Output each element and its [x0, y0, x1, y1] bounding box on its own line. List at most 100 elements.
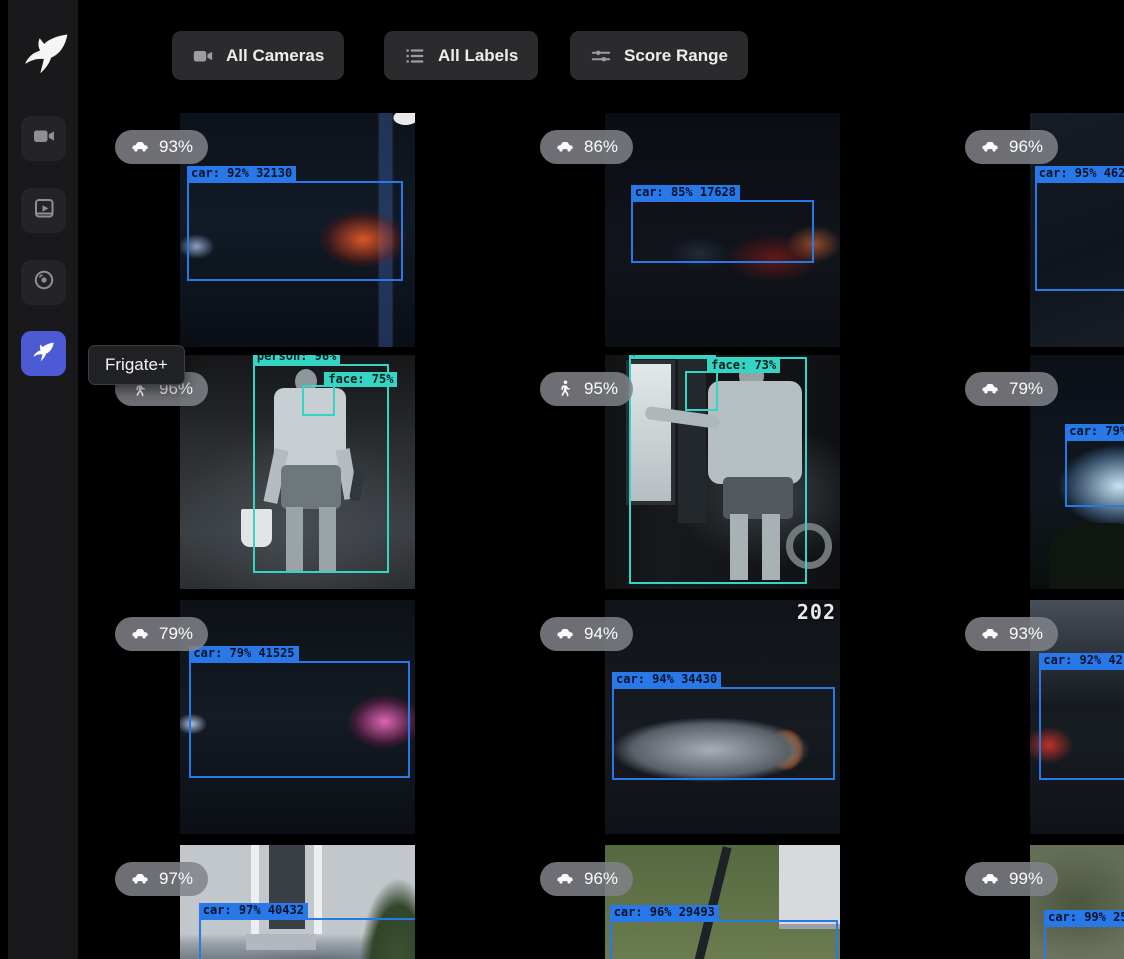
sidebar-item-frigate-plus[interactable]	[21, 331, 66, 376]
bounding-box: car: 79% 41525	[189, 661, 410, 778]
box-label: car: 97% 40432	[199, 903, 308, 918]
filter-bar: All Cameras All Labels Score Range	[80, 0, 1124, 96]
box-label: person: 94%	[629, 355, 716, 357]
timestamp-overlay: 202	[797, 600, 836, 624]
score-badge: 79%	[115, 617, 208, 651]
face-bounding-box: face: 73%	[685, 371, 718, 411]
box-label: car: 95% 46260	[1035, 166, 1124, 181]
list-icon	[404, 45, 426, 67]
box-label: car: 79% 41525	[189, 646, 298, 661]
sidebar-item-review[interactable]	[21, 188, 66, 233]
score-range-button[interactable]: Score Range	[570, 31, 748, 80]
bounding-box: car: 92% 32130	[187, 181, 403, 282]
box-label: car: 92% 4216	[1039, 653, 1124, 668]
detection-tile: 95% person: 94% face: 73%	[525, 355, 950, 598]
bounding-box: car: 79%	[1065, 439, 1124, 507]
frigate-plus-icon	[32, 339, 56, 368]
recordings-icon	[32, 268, 56, 297]
car-icon	[130, 137, 150, 157]
sidebar	[8, 0, 78, 959]
snapshot-image[interactable]: car: 92% 32130	[180, 113, 415, 347]
score-badge: 86%	[540, 130, 633, 164]
detection-tile: 94% 202 car: 94% 34430	[525, 600, 950, 843]
snapshot-image[interactable]: car: 96% 29493	[605, 845, 840, 959]
score-value: 86%	[584, 137, 618, 157]
detection-tile: 93% 03 0 car: 92% 4216	[950, 600, 1124, 843]
all-labels-label: All Labels	[438, 46, 518, 66]
bounding-box: car: 99% 25	[1044, 925, 1124, 959]
detection-tile: 86% car: 85% 17628	[525, 113, 950, 356]
all-labels-button[interactable]: All Labels	[384, 31, 538, 80]
bounding-box: car: 92% 4216	[1039, 668, 1124, 780]
score-badge: 95%	[540, 372, 633, 406]
detection-tile: 96% person: 96% face: 75%	[100, 355, 525, 598]
review-icon	[32, 196, 56, 225]
box-label: person: 96%	[253, 355, 340, 364]
score-value: 93%	[1009, 624, 1043, 644]
box-label: car: 85% 17628	[631, 185, 740, 200]
snapshot-image[interactable]: person: 96% face: 75%	[180, 355, 415, 589]
score-badge: 93%	[965, 617, 1058, 651]
bounding-box: car: 94% 34430	[612, 687, 835, 781]
box-label: car: 92% 32130	[187, 166, 296, 181]
frigate-app: Frigate+ All Cameras All Labels Score Ra…	[0, 0, 1124, 959]
bounding-box: car: 96% 29493	[610, 920, 838, 959]
car-icon	[980, 624, 1000, 644]
sliders-icon	[590, 45, 612, 67]
car-icon	[130, 869, 150, 889]
snapshot-image[interactable]: car: 85% 17628	[605, 113, 840, 347]
car-icon	[980, 137, 1000, 157]
score-badge: 96%	[965, 130, 1058, 164]
detection-tile: 99% car: 99% 25	[950, 845, 1124, 959]
face-bounding-box: face: 75%	[302, 385, 335, 415]
score-value: 95%	[584, 379, 618, 399]
bounding-box: car: 95% 46260	[1035, 181, 1124, 291]
snapshot-image[interactable]: car: 97% 40432	[180, 845, 415, 959]
all-cameras-label: All Cameras	[226, 46, 324, 66]
bounding-box: person: 94%	[629, 357, 808, 584]
detection-tile: 93% car: 92% 32130	[100, 113, 525, 356]
score-value: 79%	[159, 624, 193, 644]
car-icon	[980, 869, 1000, 889]
score-badge: 96%	[540, 862, 633, 896]
all-cameras-button[interactable]: All Cameras	[172, 31, 344, 80]
scene-art	[1049, 523, 1124, 589]
snapshot-image[interactable]: car: 79% 41525	[180, 600, 415, 834]
score-badge: 99%	[965, 862, 1058, 896]
score-value: 96%	[1009, 137, 1043, 157]
score-badge: 93%	[115, 130, 208, 164]
frigate-plus-tooltip: Frigate+	[88, 345, 185, 385]
score-range-label: Score Range	[624, 46, 728, 66]
detection-tile: 79% car: 79%	[950, 355, 1124, 598]
car-icon	[980, 379, 1000, 399]
detection-tile: 96% car: 95% 46260	[950, 113, 1124, 356]
detection-tile: 96% car: 96% 29493	[525, 845, 950, 959]
face-label: face: 73%	[707, 358, 780, 373]
score-value: 94%	[584, 624, 618, 644]
score-value: 93%	[159, 137, 193, 157]
snapshot-image[interactable]: 202 car: 94% 34430	[605, 600, 840, 834]
bounding-box: car: 97% 40432	[199, 918, 415, 959]
car-icon	[555, 137, 575, 157]
camera-icon	[32, 124, 56, 153]
score-badge: 79%	[965, 372, 1058, 406]
score-value: 97%	[159, 869, 193, 889]
box-label: car: 99% 25	[1044, 910, 1124, 925]
detection-tile: 79% car: 79% 41525	[100, 600, 525, 843]
camera-icon	[192, 45, 214, 67]
bounding-box: car: 85% 17628	[631, 200, 814, 263]
car-icon	[130, 624, 150, 644]
frigate-logo-icon	[22, 26, 72, 78]
person-icon	[555, 379, 575, 399]
detection-tile: 97% car: 97% 40432	[100, 845, 525, 959]
sidebar-item-recordings[interactable]	[21, 260, 66, 305]
score-badge: 97%	[115, 862, 208, 896]
sidebar-item-cameras[interactable]	[21, 116, 66, 161]
face-label: face: 75%	[324, 372, 397, 387]
score-badge: 94%	[540, 617, 633, 651]
car-icon	[555, 624, 575, 644]
score-value: 96%	[584, 869, 618, 889]
snapshot-image[interactable]: person: 94% face: 73%	[605, 355, 840, 589]
car-icon	[555, 869, 575, 889]
score-value: 99%	[1009, 869, 1043, 889]
